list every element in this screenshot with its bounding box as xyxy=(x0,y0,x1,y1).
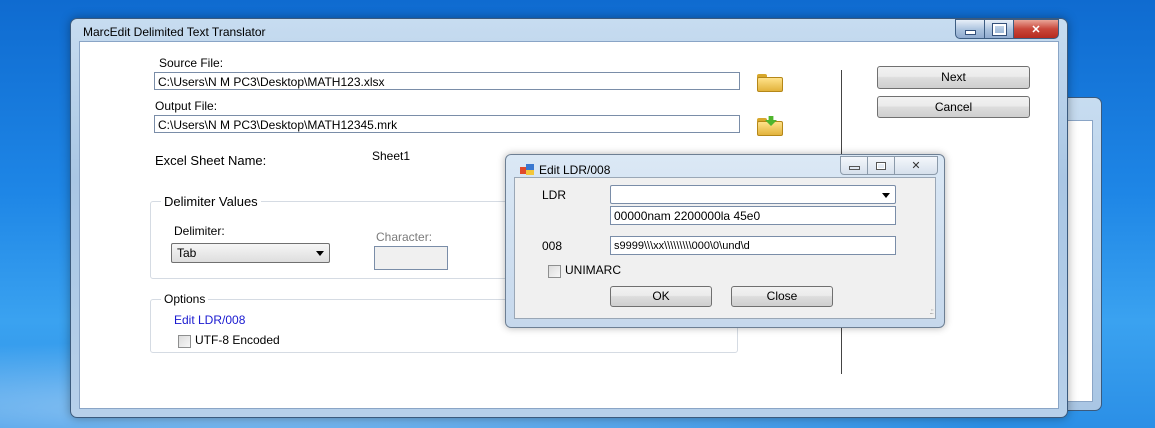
window-title: MarcEdit Delimited Text Translator xyxy=(83,25,266,39)
delimiter-values-title: Delimiter Values xyxy=(161,194,261,209)
close-icon: ✕ xyxy=(911,160,921,172)
delimiter-select-value: Tab xyxy=(177,246,197,260)
dialog-title: Edit LDR/008 xyxy=(539,163,611,177)
dialog-close-button[interactable]: ✕ xyxy=(894,156,938,175)
dialog-window-controls: ✕ xyxy=(840,156,938,175)
ldr-select[interactable] xyxy=(610,185,896,204)
window-controls: ✕ xyxy=(955,19,1059,39)
app-icon xyxy=(520,164,534,175)
browse-output-folder-icon[interactable] xyxy=(757,116,783,136)
minimize-icon xyxy=(964,29,976,35)
close-button[interactable]: ✕ xyxy=(1013,19,1059,39)
character-input[interactable] xyxy=(374,246,448,270)
dialog-minimize-button[interactable] xyxy=(840,156,868,175)
dialog-close-text-button[interactable]: Close xyxy=(731,286,833,307)
chevron-down-icon xyxy=(882,193,890,198)
maximize-button[interactable] xyxy=(984,19,1014,39)
maximize-icon xyxy=(992,23,1006,35)
minimize-icon xyxy=(848,166,860,170)
edit-ldr-008-dialog: Edit LDR/008 ✕ LDR 00000nam 2200000la 45… xyxy=(505,154,945,328)
utf8-label: UTF-8 Encoded xyxy=(195,333,280,347)
delimiter-select[interactable]: Tab xyxy=(171,243,330,263)
chevron-down-icon xyxy=(316,251,324,256)
ldr-input[interactable]: 00000nam 2200000la 45e0 xyxy=(610,206,896,225)
browse-source-folder-icon[interactable] xyxy=(757,74,783,92)
next-button[interactable]: Next xyxy=(877,66,1030,89)
output-file-label: Output File: xyxy=(155,99,218,113)
source-file-input[interactable]: C:\Users\N M PC3\Desktop\MATH123.xlsx xyxy=(154,72,740,90)
unimarc-checkbox[interactable] xyxy=(548,265,561,278)
restore-icon xyxy=(876,161,886,170)
source-file-label: Source File: xyxy=(159,56,224,70)
dialog-maximize-button[interactable] xyxy=(867,156,895,175)
ok-button[interactable]: OK xyxy=(610,286,712,307)
options-title: Options xyxy=(161,292,209,306)
cancel-button[interactable]: Cancel xyxy=(877,96,1030,118)
utf8-checkbox[interactable] xyxy=(178,335,191,348)
excel-sheet-label: Excel Sheet Name: xyxy=(155,153,267,168)
dialog-client-area: LDR 00000nam 2200000la 45e0 008 s9999\\\… xyxy=(514,177,936,319)
delimiter-label: Delimiter: xyxy=(174,224,225,238)
edit-ldr-008-link[interactable]: Edit LDR/008 xyxy=(174,313,245,327)
minimize-button[interactable] xyxy=(955,19,985,39)
close-icon: ✕ xyxy=(1031,23,1041,36)
field-008-label: 008 xyxy=(542,239,563,253)
ldr-label: LDR xyxy=(542,188,567,202)
resize-grip[interactable]: .:: xyxy=(929,307,934,316)
character-label: Character: xyxy=(376,230,433,244)
field-008-input[interactable]: s9999\\\xx\\\\\\\\\000\0\und\d xyxy=(610,236,896,255)
output-file-input[interactable]: C:\Users\N M PC3\Desktop\MATH12345.mrk xyxy=(154,115,740,133)
unimarc-label: UNIMARC xyxy=(565,263,621,277)
